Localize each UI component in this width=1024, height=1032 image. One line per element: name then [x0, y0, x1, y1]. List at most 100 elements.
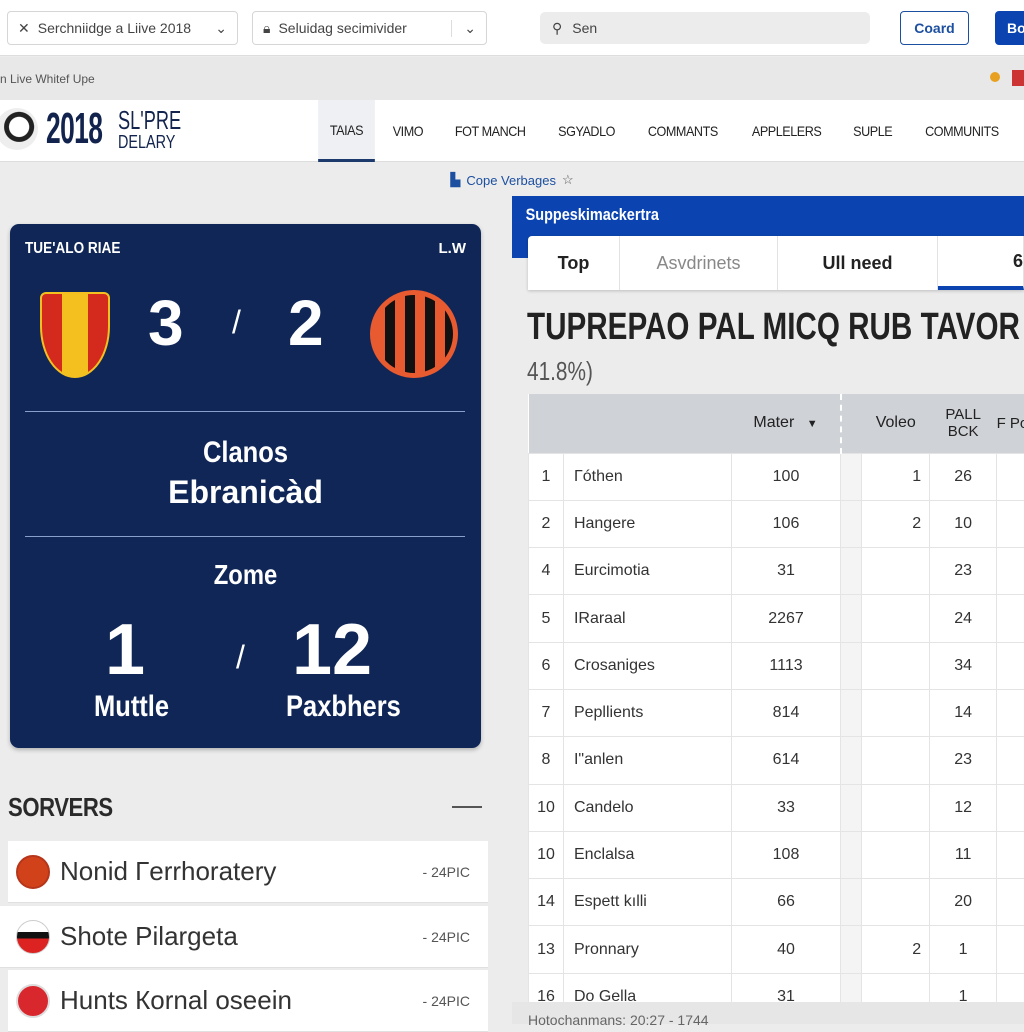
table-cell: [841, 689, 862, 736]
table-cell: [841, 879, 862, 926]
table-cell: 10: [529, 784, 564, 831]
search-input[interactable]: ⚲Sen: [540, 12, 870, 44]
column-header-mater[interactable]: Mater ▼: [731, 394, 841, 453]
table-cell: 40: [731, 926, 841, 973]
table-cell: 5: [529, 595, 564, 642]
nav-item[interactable]: TAIAS: [318, 100, 375, 162]
table-cell: [841, 595, 862, 642]
table-cell: 1: [930, 926, 997, 973]
nav-item[interactable]: APPLELERS: [740, 100, 833, 162]
table-cell: 2: [862, 926, 930, 973]
table-cell: 14: [529, 879, 564, 926]
list-item[interactable]: Shote Pilargeta- 24PIC: [0, 906, 488, 968]
table-cell: 7: [529, 689, 564, 736]
table-cell: Crosaniges: [563, 642, 731, 689]
competition-select[interactable]: ✕Serchniidge a Liive 2018⌄: [7, 11, 238, 45]
table-cell: 11: [930, 831, 997, 878]
table-cell: [862, 831, 930, 878]
table-cell: [997, 784, 1024, 831]
collapse-icon[interactable]: [452, 806, 482, 808]
tab-asvdrinets[interactable]: Asvdrinets: [620, 236, 778, 290]
match-card[interactable]: TUE'ALO RIAE L.W 3 / 2 Clanos Ebranicàd …: [10, 224, 481, 748]
table-row[interactable]: 5IRaraal226724: [529, 595, 1024, 642]
table-row[interactable]: 10Enclalsa10811: [529, 831, 1024, 878]
table-cell: [997, 737, 1024, 784]
team-crest-icon: [16, 855, 50, 889]
table-cell: [862, 784, 930, 831]
table-cell: [862, 689, 930, 736]
table-cell: 1: [862, 453, 930, 500]
table-row[interactable]: 2Hangere106210: [529, 500, 1024, 547]
tools-icon: ✕: [18, 20, 30, 37]
table-cell: [997, 689, 1024, 736]
table-cell: 66: [731, 879, 841, 926]
table-cell: 23: [930, 548, 997, 595]
star-icon[interactable]: ☆: [562, 172, 574, 188]
table-cell: 10: [930, 500, 997, 547]
nav-item[interactable]: FOT MANCH: [443, 100, 537, 162]
table-cell: I"anlen: [563, 737, 731, 784]
table-cell: 26: [930, 453, 997, 500]
section-title: SORVERS: [8, 792, 113, 823]
column-header-pos[interactable]: F Pos: [997, 394, 1024, 453]
table-cell: Γóthen: [563, 453, 731, 500]
table-row[interactable]: 1Γóthen100126: [529, 453, 1024, 500]
panel-tabs: Top Asvdrinets Ull need 6: [528, 236, 1024, 290]
table-cell: [862, 548, 930, 595]
nav-item[interactable]: COMMUNITS: [913, 100, 1010, 162]
sub-link[interactable]: Cope Verbages: [466, 173, 556, 188]
site-logo[interactable]: 2018 SL'PRE DELARY: [0, 104, 208, 154]
table-cell: 12: [930, 784, 997, 831]
table-cell: 1: [529, 453, 564, 500]
tab-more[interactable]: 6: [938, 236, 1024, 290]
table-cell: [841, 642, 862, 689]
table-row[interactable]: 4Eurcimotia3123: [529, 548, 1024, 595]
column-header-pall-bck[interactable]: PALL BCK: [930, 394, 997, 453]
table-row[interactable]: 7Pepllients81414: [529, 689, 1024, 736]
table-cell: [862, 595, 930, 642]
table-cell: 13: [529, 926, 564, 973]
nav-item[interactable]: COMMANTS: [637, 100, 730, 162]
sub-bar: ▙ Cope Verbages ☆: [0, 163, 1024, 197]
nav-item[interactable]: SUPLE: [842, 100, 904, 162]
table-row[interactable]: 10Candelo3312: [529, 784, 1024, 831]
nav-item[interactable]: VIMO: [381, 100, 435, 162]
table-cell: 106: [731, 500, 841, 547]
table-cell: [997, 831, 1024, 878]
schedule-select[interactable]: 🔒︎Seluidag secimivider⌄: [252, 11, 487, 45]
table-cell: [841, 500, 862, 547]
tab-top[interactable]: Top: [528, 236, 620, 290]
list-item[interactable]: Hunts Кornal oseein- 24PIC: [8, 970, 488, 1032]
table-cell: [862, 737, 930, 784]
table-cell: [841, 831, 862, 878]
notification-icon[interactable]: [990, 72, 1000, 82]
tab-ull-need[interactable]: Ull need: [778, 236, 938, 290]
table-cell: Pepllients: [563, 689, 731, 736]
table-cell: 6: [529, 642, 564, 689]
table-cell: [841, 453, 862, 500]
table-cell: Espett kılli: [563, 879, 731, 926]
table-cell: 24: [930, 595, 997, 642]
nav-item[interactable]: SGYADLO: [547, 100, 627, 162]
lock-icon: 🔒︎: [263, 20, 270, 37]
table-row[interactable]: 6Crosaniges111334: [529, 642, 1024, 689]
footer-status: Hotochanmans: 20:27 - 1744: [512, 1002, 1024, 1024]
flag-icon: [1012, 70, 1024, 86]
table-row[interactable]: 8I"anlen61423: [529, 737, 1024, 784]
list-item[interactable]: Nonid Гerrhoratery- 24PIC: [8, 841, 488, 903]
primary-button[interactable]: Bo: [995, 11, 1024, 45]
table-row[interactable]: 14Espett kılli6620: [529, 879, 1024, 926]
column-header-voleo[interactable]: Voleo: [862, 394, 930, 453]
away-crest-icon: [370, 290, 458, 378]
table-cell: [997, 595, 1024, 642]
table-cell: 108: [731, 831, 841, 878]
sort-icon: ▼: [807, 418, 818, 430]
table-cell: Eurcimotia: [563, 548, 731, 595]
table-cell: 8: [529, 737, 564, 784]
home-crest-icon: [40, 292, 110, 378]
table-cell: [862, 879, 930, 926]
table-cell: 34: [930, 642, 997, 689]
table-row[interactable]: 13Pronnary4021: [529, 926, 1024, 973]
puzzle-icon: ▙: [450, 172, 460, 188]
card-button[interactable]: Coard: [900, 11, 969, 45]
